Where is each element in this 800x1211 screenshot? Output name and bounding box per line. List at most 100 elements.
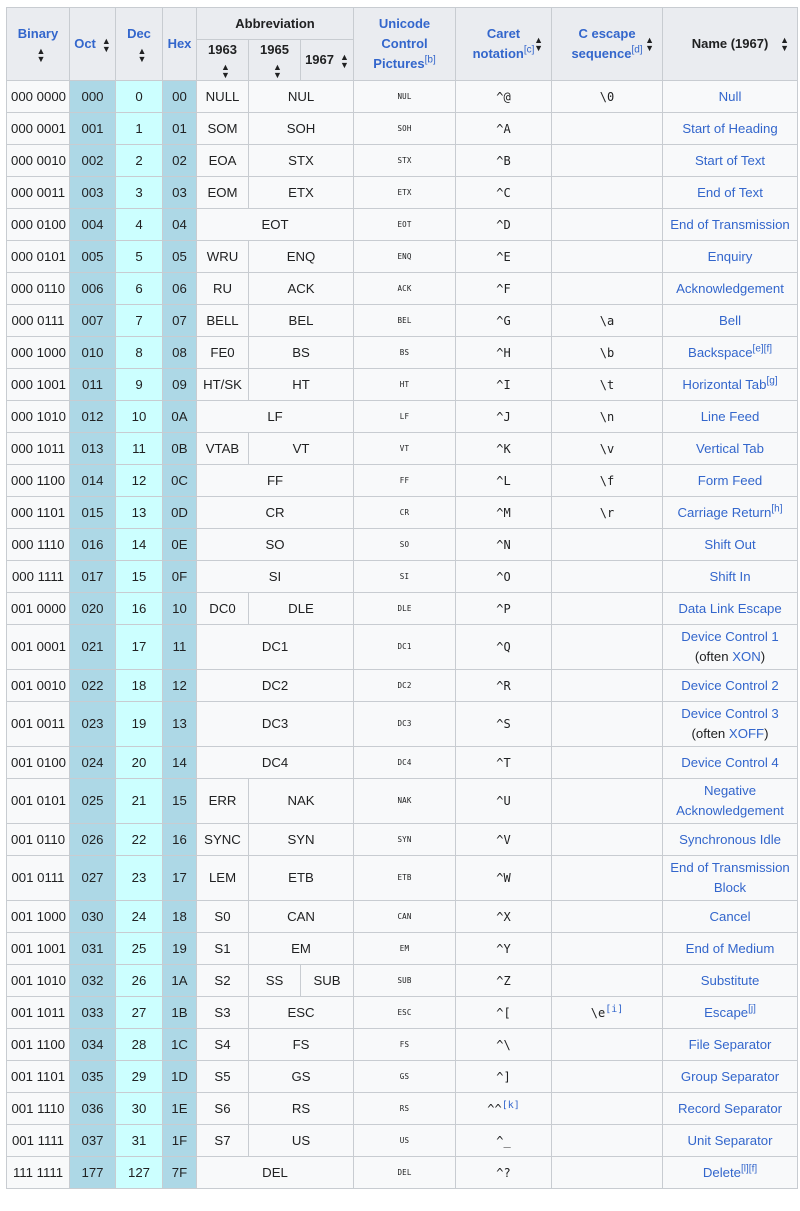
name-link[interactable]: Bell	[719, 313, 741, 328]
name-link[interactable]: Substitute	[701, 973, 760, 988]
column-header-caret-notation[interactable]: Caret notation[c] ▲ ▼	[455, 7, 553, 81]
name-link[interactable]: Start of Text	[695, 153, 765, 168]
hex-cell: 05	[162, 240, 197, 273]
name-link[interactable]: Device Control 1	[681, 629, 778, 644]
table-row: 000 0111 007 7 07 BELL BEL BEL ^G \a Bell	[6, 304, 799, 337]
name-link[interactable]: Shift Out	[704, 537, 755, 552]
footnote-ref[interactable]: [l][f]	[741, 1163, 757, 1174]
binary-cell: 000 1110	[6, 528, 70, 561]
name-link[interactable]: Line Feed	[701, 409, 760, 424]
unicode-control-picture-cell: GS	[353, 1060, 457, 1093]
footnote-ref[interactable]: [j]	[748, 1003, 756, 1014]
footnote-ref[interactable]: [b]	[425, 55, 436, 66]
binary-cell: 000 0001	[6, 112, 70, 145]
caret-notation-value: ^G	[496, 313, 511, 328]
hex-cell: 0C	[162, 464, 197, 497]
name-link[interactable]: Horizontal Tab	[682, 377, 766, 392]
name-link[interactable]: Null	[719, 89, 742, 104]
oct-cell: 006	[69, 272, 116, 305]
column-header-1963[interactable]: 1963 ▲ ▼	[196, 39, 249, 81]
footnote-ref[interactable]: [i]	[605, 1004, 623, 1015]
column-header-hex[interactable]: Hex	[162, 7, 197, 81]
name-link[interactable]: Delete	[703, 1165, 741, 1180]
name-link[interactable]: Device Control 2	[681, 678, 778, 693]
dec-cell: 13	[115, 496, 163, 529]
name-link[interactable]: Form Feed	[698, 473, 763, 488]
binary-cell: 001 0000	[6, 592, 70, 625]
sort-arrows-icon[interactable]: ▲ ▼	[102, 36, 111, 53]
name-link[interactable]: File Separator	[689, 1037, 772, 1052]
name-link[interactable]: Acknowledgement	[676, 281, 784, 296]
name-link[interactable]: Start of Heading	[682, 121, 777, 136]
name-link[interactable]: End of Medium	[686, 941, 775, 956]
column-header-dec[interactable]: Dec ▲ ▼	[115, 7, 163, 81]
column-header-1967[interactable]: 1967 ▲ ▼	[299, 39, 355, 81]
sort-arrows-icon[interactable]: ▲ ▼	[273, 62, 282, 79]
caret-notation-value: ^B	[496, 153, 511, 168]
sort-arrows-icon[interactable]: ▲ ▼	[780, 36, 789, 53]
footnote-ref[interactable]: [h]	[771, 503, 782, 514]
binary-cell: 001 1101	[6, 1060, 70, 1093]
name-link[interactable]: Record Separator	[678, 1101, 782, 1116]
name-link[interactable]: Device Control 3	[681, 706, 778, 721]
column-header-c-escape-sequence[interactable]: C escape sequence[d] ▲ ▼	[551, 7, 664, 81]
oct-cell: 007	[69, 304, 116, 337]
abbreviation-1963-cell: S1	[196, 932, 249, 965]
dec-cell: 127	[115, 1156, 163, 1189]
name-link[interactable]: End of Text	[697, 185, 763, 200]
caret-notation-value: ^@	[496, 89, 511, 104]
name-link[interactable]: End of Transmission	[670, 860, 789, 875]
c-escape-cell	[551, 1092, 664, 1125]
binary-cell: 000 0100	[6, 208, 70, 241]
sort-arrows-icon[interactable]: ▲ ▼	[534, 36, 543, 53]
column-header-unicode-control-pictures[interactable]: Unicode Control Pictures[b]	[353, 7, 457, 81]
abbreviation-1963-cell: NULL	[196, 80, 249, 113]
sort-arrows-icon[interactable]: ▲ ▼	[37, 46, 46, 63]
footnote-ref[interactable]: [c]	[524, 45, 535, 56]
name-link[interactable]: Negative	[704, 783, 756, 798]
sort-arrows-icon[interactable]: ▲ ▼	[221, 62, 230, 79]
oct-cell: 014	[69, 464, 116, 497]
name-link-continued[interactable]: Acknowledgement	[676, 803, 784, 818]
alias-link[interactable]: XOFF	[729, 726, 764, 741]
column-header-1965[interactable]: 1965 ▲ ▼	[248, 39, 301, 81]
name-link[interactable]: End of Transmission	[670, 217, 789, 232]
name-link[interactable]: Cancel	[709, 909, 750, 924]
abbreviation-1965-1967-cell: BEL	[247, 304, 355, 337]
c-escape-cell	[551, 272, 664, 305]
sort-arrows-icon[interactable]: ▲ ▼	[340, 52, 349, 69]
hex-cell: 08	[162, 336, 197, 369]
sort-arrows-icon[interactable]: ▲ ▼	[645, 36, 654, 53]
alias-link[interactable]: XON	[732, 649, 761, 664]
footnote-ref[interactable]: [d]	[631, 45, 642, 56]
abbreviation-1963-cell: EOM	[196, 176, 249, 209]
footnote-ref[interactable]: [k]	[502, 1100, 520, 1111]
name-link[interactable]: Carriage Return	[678, 505, 772, 520]
caret-notation-value: ^?	[496, 1165, 511, 1180]
binary-cell: 000 0011	[6, 176, 70, 209]
oct-cell: 021	[69, 624, 116, 670]
column-header-oct[interactable]: Oct ▲ ▼	[69, 7, 116, 81]
caret-notation-value: ^K	[496, 441, 511, 456]
column-header-binary[interactable]: Binary ▲ ▼	[6, 7, 70, 81]
name-link[interactable]: Device Control 4	[681, 755, 778, 770]
name-link[interactable]: Unit Separator	[688, 1133, 773, 1148]
name-link[interactable]: Group Separator	[681, 1069, 779, 1084]
footnote-ref[interactable]: [g]	[766, 375, 777, 386]
footnote-ref[interactable]: [e][f]	[753, 343, 772, 354]
abbreviation-1963-cell: VTAB	[196, 432, 249, 465]
name-link[interactable]: Escape	[704, 1005, 748, 1020]
column-header-name-1967[interactable]: Name (1967) ▲ ▼	[662, 7, 799, 81]
table-row: 000 1010 012 10 0A LF LF ^J \n Line Feed	[6, 400, 799, 433]
name-link[interactable]: Data Link Escape	[678, 601, 781, 616]
name-link-continued[interactable]: Block	[714, 880, 746, 895]
sort-arrows-icon[interactable]: ▲ ▼	[138, 46, 147, 63]
unicode-control-picture-cell: NUL	[353, 80, 457, 113]
oct-cell: 031	[69, 932, 116, 965]
name-link[interactable]: Enquiry	[708, 249, 753, 264]
name-link[interactable]: Synchronous Idle	[679, 832, 781, 847]
name-link[interactable]: Backspace	[688, 345, 753, 360]
name-link[interactable]: Shift In	[709, 569, 750, 584]
table-row: 001 1110 036 30 1E S6 RS RS ^^[k] Record Separat…	[6, 1092, 799, 1125]
name-link[interactable]: Vertical Tab	[696, 441, 764, 456]
